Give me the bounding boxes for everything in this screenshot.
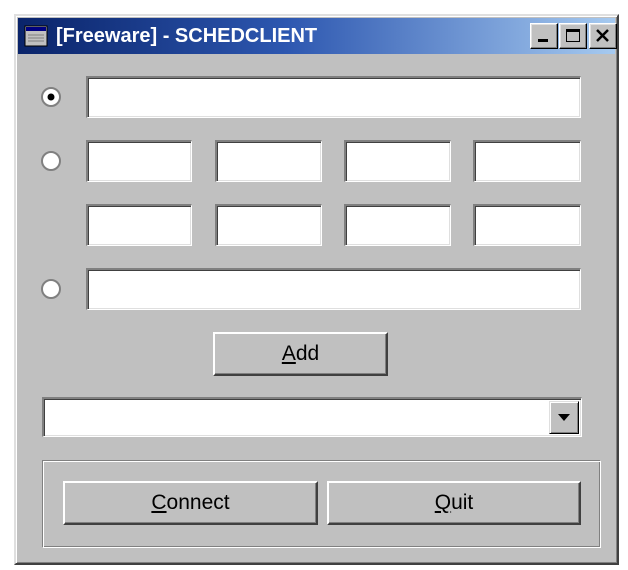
app-window: [Freeware] - SCHEDCLIENT Add Connect Qui… [14, 14, 619, 565]
option-2-field-6[interactable] [215, 204, 322, 246]
close-icon [596, 29, 609, 42]
option-2-field-8[interactable] [473, 204, 581, 246]
option-1-input[interactable] [86, 76, 581, 118]
option-2-field-1[interactable] [86, 140, 192, 182]
add-button-label: Add [281, 342, 320, 365]
add-button[interactable]: Add [213, 332, 388, 376]
dropdown-button[interactable] [549, 401, 579, 434]
action-group: Connect Quit [42, 460, 601, 548]
maximize-icon [566, 29, 580, 42]
close-button[interactable] [589, 23, 617, 49]
connect-button[interactable]: Connect [63, 481, 318, 525]
option-2-field-2[interactable] [215, 140, 322, 182]
server-dropdown[interactable] [42, 397, 582, 437]
option-2-field-7[interactable] [344, 204, 451, 246]
option-2-field-4[interactable] [473, 140, 581, 182]
quit-button[interactable]: Quit [327, 481, 581, 525]
window-title: [Freeware] - SCHEDCLIENT [56, 25, 318, 47]
connect-button-label: Connect [151, 491, 230, 514]
quit-button-label: Quit [434, 491, 474, 514]
maximize-button[interactable] [559, 23, 587, 49]
option-2-field-3[interactable] [344, 140, 451, 182]
title-bar[interactable]: [Freeware] - SCHEDCLIENT [18, 18, 617, 54]
option-3-input[interactable] [86, 268, 581, 310]
radio-option-1[interactable] [40, 86, 62, 108]
minimize-icon [538, 39, 548, 42]
window-icon [24, 25, 48, 47]
radio-option-2[interactable] [40, 150, 62, 172]
option-2-field-5[interactable] [86, 204, 192, 246]
minimize-button[interactable] [530, 23, 558, 49]
chevron-down-icon [558, 414, 570, 421]
radio-option-3[interactable] [40, 278, 62, 300]
